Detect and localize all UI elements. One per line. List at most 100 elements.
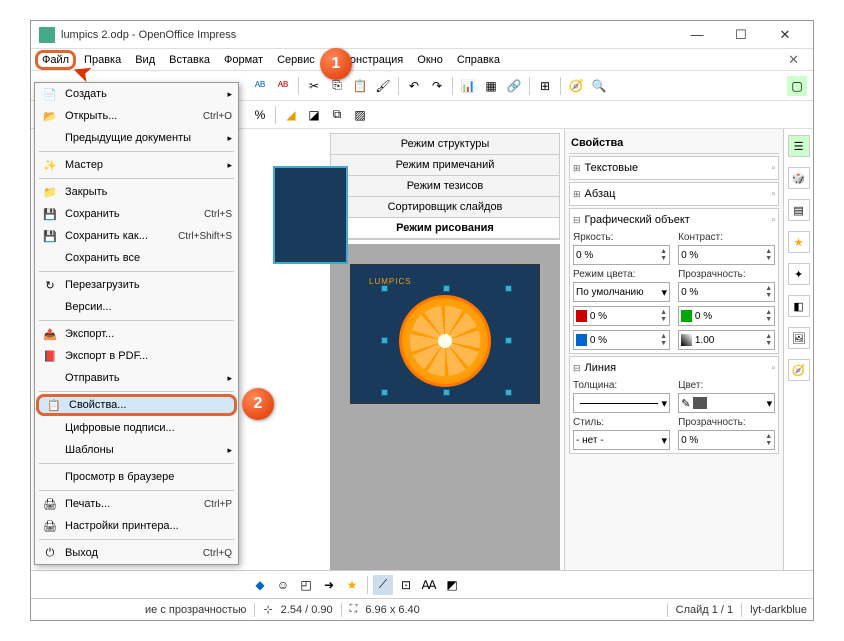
shadow-icon[interactable]: ◪	[304, 105, 324, 125]
menu-export-pdf[interactable]: 📕Экспорт в PDF...	[35, 345, 238, 367]
menu-save[interactable]: 💾СохранитьCtrl+S	[35, 203, 238, 225]
shape-star-icon[interactable]: ★	[342, 575, 362, 595]
menu-export[interactable]: 📤Экспорт...	[35, 323, 238, 345]
menu-saveas[interactable]: 💾Сохранить как...Ctrl+Shift+S	[35, 225, 238, 247]
selection-handle[interactable]	[505, 389, 512, 396]
selection-handle[interactable]	[381, 285, 388, 292]
selection-handle[interactable]	[505, 337, 512, 344]
shape-diamond-icon[interactable]: ◆	[250, 575, 270, 595]
table-icon[interactable]: ▦	[481, 76, 501, 96]
percent-field[interactable]: %	[250, 105, 270, 125]
menu-reload[interactable]: ↻Перезагрузить	[35, 274, 238, 296]
menu-new[interactable]: 📄Создать	[35, 83, 238, 105]
line-style-select[interactable]: ▾	[573, 430, 670, 450]
tab-notes[interactable]: Режим примечаний	[331, 155, 559, 176]
deck-star-icon[interactable]: ★	[788, 231, 810, 253]
nav-icon[interactable]: 🧭	[566, 76, 586, 96]
menu-help[interactable]: Справка	[451, 52, 506, 68]
undo-icon[interactable]: ↶	[404, 76, 424, 96]
gamma-input[interactable]: ▲▼	[678, 330, 775, 350]
selection-handle[interactable]	[505, 285, 512, 292]
tab-drawing[interactable]: Режим рисования	[331, 218, 559, 239]
minimize-button[interactable]: —	[677, 25, 717, 45]
shape-block-icon[interactable]: ◰	[296, 575, 316, 595]
tab-handout[interactable]: Режим тезисов	[331, 176, 559, 197]
menu-saveall[interactable]: Сохранить все	[35, 247, 238, 269]
selection-handle[interactable]	[381, 389, 388, 396]
menu-wizard[interactable]: ✨Мастер	[35, 154, 238, 176]
menu-print[interactable]: 🖨Печать...Ctrl+P	[35, 493, 238, 515]
menu-signatures[interactable]: Цифровые подписи...	[35, 417, 238, 439]
maximize-button[interactable]: ☐	[721, 25, 761, 45]
colormode-select[interactable]: ▾	[573, 282, 670, 302]
points-icon[interactable]: ⟋	[373, 575, 393, 595]
blue-input[interactable]: ▲▼	[573, 330, 670, 350]
menu-templates[interactable]: Шаблоны	[35, 439, 238, 461]
menu-format[interactable]: Формат	[218, 52, 269, 68]
slide-thumbnail[interactable]	[273, 166, 348, 264]
menu-versions[interactable]: Версии...	[35, 296, 238, 318]
menu-recent[interactable]: Предыдущие документы	[35, 127, 238, 149]
menu-exit[interactable]: ⏻ВыходCtrl+Q	[35, 542, 238, 564]
menu-file[interactable]: Файл	[35, 50, 76, 70]
selection-handle[interactable]	[443, 285, 450, 292]
thickness-select[interactable]: ▾	[573, 393, 670, 413]
canvas[interactable]: LUMPICS	[330, 244, 560, 570]
deck-animation-icon[interactable]: ✦	[788, 263, 810, 285]
close-button[interactable]: ✕	[765, 25, 805, 45]
contrast-input[interactable]: ▲▼	[678, 245, 775, 265]
selection-handle[interactable]	[443, 389, 450, 396]
menu-window[interactable]: Окно	[411, 52, 449, 68]
tab-outline[interactable]: Режим структуры	[331, 134, 559, 155]
close-doc-button[interactable]: ✕	[782, 50, 805, 70]
brush-icon[interactable]: 🖌	[373, 76, 393, 96]
extrude-icon[interactable]: ◩	[442, 575, 462, 595]
shape-arrow-icon[interactable]: ➜	[319, 575, 339, 595]
cut-icon[interactable]: ✂	[304, 76, 324, 96]
autospell-icon[interactable]: ᴬᴮ	[273, 76, 293, 96]
menu-view[interactable]: Вид	[129, 52, 161, 68]
deck-transition-icon[interactable]: ◧	[788, 295, 810, 317]
menu-printer-settings[interactable]: 🖨Настройки принтера...	[35, 515, 238, 537]
deck-cube-icon[interactable]: 🎲	[788, 167, 810, 189]
menu-send[interactable]: Отправить	[35, 367, 238, 389]
deck-navigator-icon[interactable]: 🧭	[788, 359, 810, 381]
deck-properties-icon[interactable]: ☰	[788, 135, 810, 157]
hyperlink-icon[interactable]: 🔗	[504, 76, 524, 96]
brightness-input[interactable]: ▲▼	[573, 245, 670, 265]
redo-icon[interactable]: ↷	[427, 76, 447, 96]
line-color-select[interactable]: ✎▾	[678, 393, 775, 413]
chart-icon[interactable]: 📊	[458, 76, 478, 96]
filter-icon[interactable]: ▨	[350, 105, 370, 125]
bottom-toolbar: ◆ ☺ ◰ ➜ ★ ⟋ ⊡ Ꜳ ◩	[31, 570, 813, 598]
transparency-input[interactable]: ▲▼	[678, 282, 775, 302]
section-text[interactable]: ⊞Текстовые▫	[569, 156, 779, 180]
line-transp-input[interactable]: ▲▼	[678, 430, 775, 450]
sidebar-toggle-icon[interactable]: ▢	[787, 76, 807, 96]
selection-handle[interactable]	[381, 337, 388, 344]
menu-insert[interactable]: Вставка	[163, 52, 216, 68]
zoom-icon[interactable]: 🔍	[589, 76, 609, 96]
deck-master-icon[interactable]: ▤	[788, 199, 810, 221]
grid-icon[interactable]: ⊞	[535, 76, 555, 96]
shape-smiley-icon[interactable]: ☺	[273, 575, 293, 595]
tab-sorter[interactable]: Сортировщик слайдов	[331, 197, 559, 218]
fontwork-icon[interactable]: Ꜳ	[419, 575, 439, 595]
paste-icon[interactable]: 📋	[350, 76, 370, 96]
green-input[interactable]: ▲▼	[678, 306, 775, 326]
section-paragraph[interactable]: ⊞Абзац▫	[569, 182, 779, 206]
fill-icon[interactable]: ◢	[281, 105, 301, 125]
glue-icon[interactable]: ⊡	[396, 575, 416, 595]
menu-properties[interactable]: 📋Свойства...	[36, 394, 237, 416]
spellcheck-icon[interactable]: ᴬᴮ	[250, 76, 270, 96]
menu-close[interactable]: 📁Закрыть	[35, 181, 238, 203]
file-dropdown: 📄Создать 📂Открыть...Ctrl+O Предыдущие до…	[34, 82, 239, 565]
menu-tools[interactable]: Сервис	[271, 52, 321, 68]
menu-preview[interactable]: Просмотр в браузере	[35, 466, 238, 488]
orange-graphic[interactable]	[399, 295, 491, 387]
menu-open[interactable]: 📂Открыть...Ctrl+O	[35, 105, 238, 127]
slide[interactable]: LUMPICS	[350, 264, 540, 404]
crop-icon[interactable]: ⧉	[327, 105, 347, 125]
red-input[interactable]: ▲▼	[573, 306, 670, 326]
deck-gallery-icon[interactable]: 🖼	[788, 327, 810, 349]
